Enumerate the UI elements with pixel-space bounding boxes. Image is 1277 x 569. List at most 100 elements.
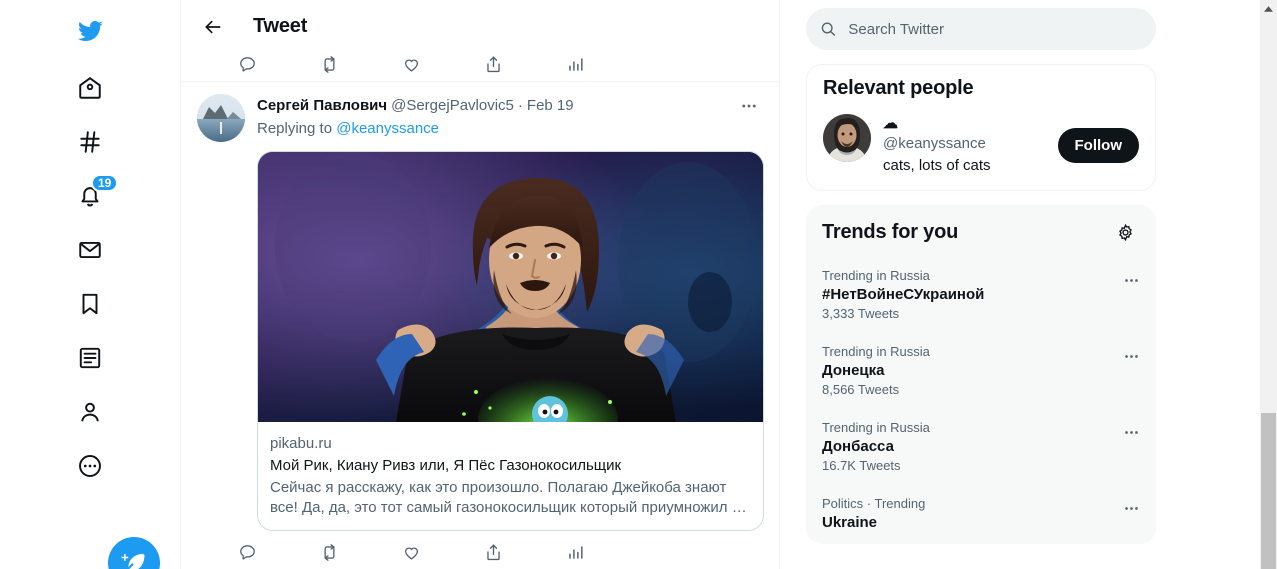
- gear-icon: [1118, 223, 1132, 241]
- twitter-logo-button[interactable]: [64, 6, 116, 56]
- hashtag-icon: [80, 131, 100, 153]
- replying-prefix: Replying to: [257, 120, 333, 137]
- trend-more-button[interactable]: [1116, 341, 1146, 371]
- tweet-separator: ·: [517, 97, 523, 114]
- link-preview-text: pikabu.ru Мой Рик, Киану Ривз или, Я Пёс…: [258, 422, 763, 530]
- trend-name: #НетВойнеСУкраиной: [822, 286, 985, 303]
- bookmark-icon: [82, 293, 98, 315]
- prev-analytics-button[interactable]: [566, 55, 585, 74]
- ellipsis-icon: [1124, 278, 1138, 282]
- trends-panel: Trends for you Trending in Russia #НетВо…: [806, 205, 1156, 544]
- prev-reply-button[interactable]: [238, 55, 320, 74]
- replying-to-mention[interactable]: @keanyssance: [336, 120, 439, 137]
- page-title: Tweet: [253, 15, 308, 37]
- tweet-display-name[interactable]: Сергей Павлович: [257, 96, 387, 116]
- trend-count: 16.7K Tweets: [822, 458, 901, 473]
- trend-name: Донецка: [822, 362, 885, 379]
- trends-header: Trends for you: [806, 205, 1156, 257]
- person-info: ☁ @keanyssance cats, lots of cats: [883, 114, 1058, 176]
- relevant-people-heading: Relevant people: [823, 77, 974, 99]
- trend-more-button[interactable]: [1116, 265, 1146, 295]
- sidebar-item-explore[interactable]: [64, 116, 116, 168]
- sidebar-item-home[interactable]: [64, 62, 116, 114]
- analytics-button[interactable]: [566, 543, 585, 562]
- page-header: Tweet: [181, 0, 779, 53]
- heart-icon: [404, 547, 419, 560]
- tweet-timestamp[interactable]: Feb 19: [527, 96, 574, 116]
- relevant-person-row[interactable]: ☁ @keanyssance cats, lots of cats Follow: [807, 110, 1155, 190]
- person-avatar-image: [823, 114, 871, 162]
- share-icon: [487, 544, 500, 561]
- trend-item[interactable]: Trending in Russia Донбасса 16.7K Tweets: [806, 409, 1156, 485]
- ellipsis-icon: [1124, 354, 1138, 358]
- trend-category: Trending in Russia: [822, 420, 930, 435]
- search-bar[interactable]: [806, 8, 1156, 50]
- sidebar-item-profile[interactable]: [64, 386, 116, 438]
- retweet-icon: [324, 56, 335, 73]
- sidebar-item-lists[interactable]: [64, 332, 116, 384]
- person-bio: cats, lots of cats: [883, 157, 991, 174]
- retweet-button[interactable]: [320, 543, 402, 562]
- trend-item[interactable]: Trending in Russia Донецка 8,566 Tweets: [806, 333, 1156, 409]
- scrollbar-up-arrow[interactable]: [1260, 0, 1277, 17]
- trend-name: Донбасса: [822, 438, 894, 455]
- trend-more-button[interactable]: [1116, 493, 1146, 523]
- back-button[interactable]: [196, 10, 230, 44]
- center-scroll-region: Сергей Павлович @SergejPavlovic5 · Feb 1…: [181, 0, 779, 569]
- sidebar-item-more[interactable]: [64, 440, 116, 492]
- link-preview-image: [258, 152, 763, 422]
- link-description: Сейчас я расскажу, как это произошло. По…: [270, 479, 747, 516]
- retweet-icon: [324, 544, 335, 561]
- trend-category: Trending in Russia: [822, 344, 930, 359]
- search-input[interactable]: [848, 20, 1142, 38]
- trend-name: Ukraine: [822, 514, 878, 531]
- share-button[interactable]: [484, 543, 566, 562]
- twitter-bird-icon: [78, 20, 103, 41]
- trends-settings-button[interactable]: [1110, 217, 1140, 247]
- tweet-header: Сергей Павлович @SergejPavlovic5 · Feb 1…: [257, 94, 764, 118]
- envelope-icon: [79, 241, 101, 259]
- avatar[interactable]: [197, 94, 245, 142]
- left-navigation: 19: [0, 0, 180, 569]
- relevant-people-panel: Relevant people ☁ @keanyssance cats, lot…: [806, 64, 1156, 191]
- more-circle-icon: [79, 455, 101, 477]
- prev-retweet-button[interactable]: [320, 55, 402, 74]
- prev-share-button[interactable]: [484, 55, 566, 74]
- avatar-image: [197, 94, 245, 142]
- trend-category: Trending in Russia: [822, 268, 930, 283]
- sidebar-item-notifications[interactable]: 19: [64, 170, 119, 222]
- prev-like-button[interactable]: [402, 55, 484, 74]
- person-handle: @keanyssance: [883, 135, 986, 152]
- trend-more-button[interactable]: [1116, 417, 1146, 447]
- trend-item[interactable]: Trending in Russia #НетВойнеСУкраиной 3,…: [806, 257, 1156, 333]
- replying-to-line: Replying to @keanyssance: [257, 119, 764, 139]
- right-sidebar: Relevant people ☁: [780, 0, 1277, 569]
- link-preview-card[interactable]: pikabu.ru Мой Рик, Киану Ривз или, Я Пёс…: [257, 151, 764, 531]
- follow-button[interactable]: Follow: [1057, 127, 1139, 163]
- page-scrollbar[interactable]: [1260, 0, 1277, 569]
- sidebar-item-messages[interactable]: [64, 224, 116, 276]
- chevron-up-icon: [1264, 5, 1273, 12]
- arrow-left-icon: [205, 20, 221, 33]
- scrollbar-thumb[interactable]: [1261, 413, 1276, 569]
- tweet-more-button[interactable]: [734, 94, 764, 118]
- trend-item[interactable]: Politics · Trending Ukraine: [806, 485, 1156, 544]
- sidebar-item-bookmarks[interactable]: [64, 278, 116, 330]
- person-display-name: ☁: [883, 115, 898, 132]
- search-icon: [821, 22, 836, 36]
- person-avatar[interactable]: [823, 114, 871, 162]
- compose-tweet-button[interactable]: [108, 537, 160, 569]
- twitter-app: 19 Сергей Павлович @SergejPavlovic5 · Fe…: [0, 0, 1277, 569]
- heart-icon: [404, 59, 419, 72]
- lists-icon: [79, 347, 101, 369]
- keanu-photo: [258, 152, 763, 422]
- reply-button[interactable]: [238, 543, 320, 562]
- reply-icon: [240, 57, 255, 72]
- ellipsis-icon: [1124, 506, 1138, 510]
- trends-heading: Trends for you: [822, 220, 959, 243]
- like-button[interactable]: [402, 543, 484, 562]
- share-icon: [487, 56, 500, 73]
- tweet-handle[interactable]: @SergejPavlovic5: [391, 96, 514, 116]
- trend-category: Politics · Trending: [822, 496, 926, 511]
- feather-plus-icon: [121, 553, 145, 569]
